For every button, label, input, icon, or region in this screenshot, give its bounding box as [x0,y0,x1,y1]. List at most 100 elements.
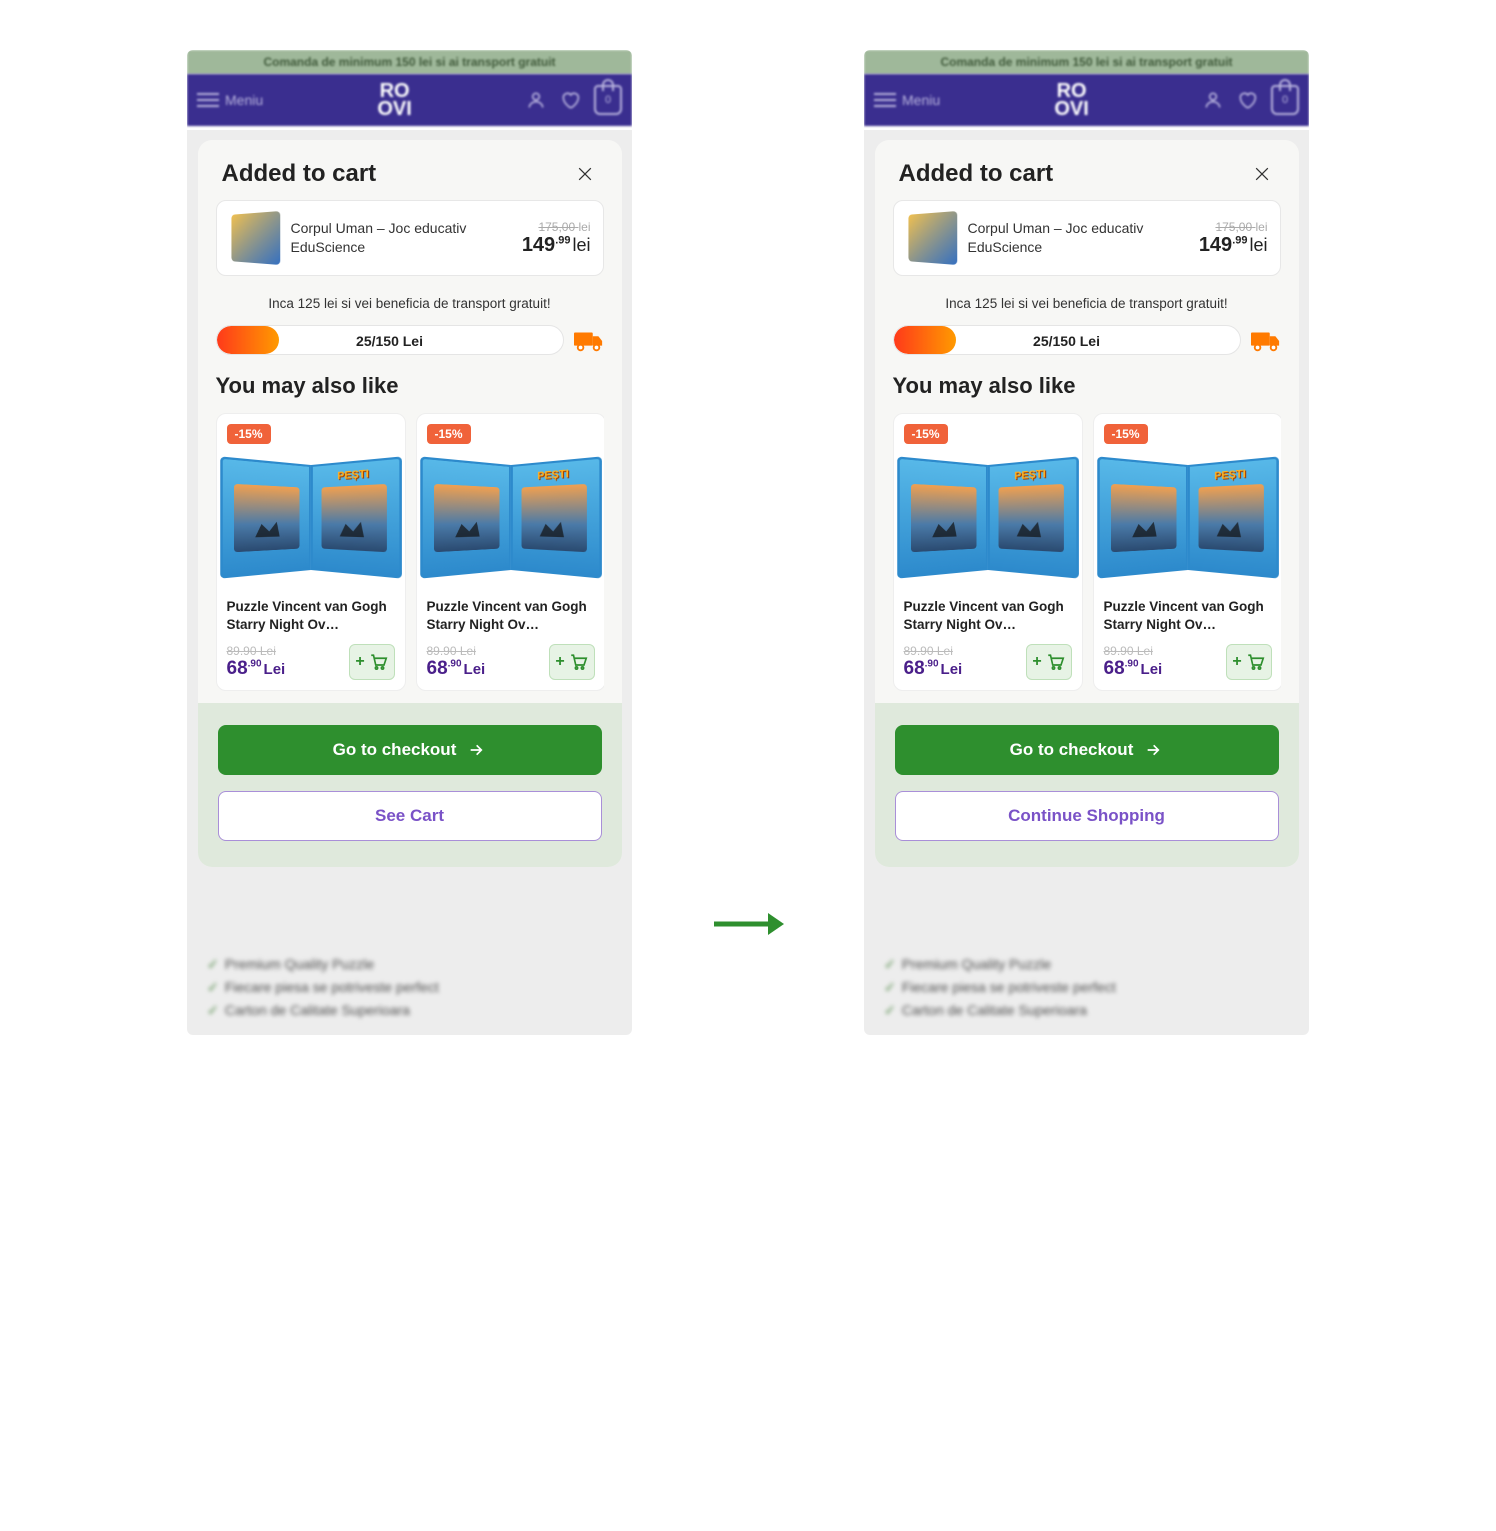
modal-actions: Go to checkout Continue Shopping [875,703,1299,867]
yml-card[interactable]: -15% PEȘTI Puzzle Vincent van Gogh Starr… [416,413,604,691]
see-cart-button[interactable]: See Cart [218,791,602,841]
user-icon[interactable] [526,90,546,110]
yml-old-price: 89.90 Lei [904,644,963,658]
yml-card[interactable]: -15% PEȘTI Puzzle Vincent van Gogh Starr… [893,413,1083,691]
yml-image: PEȘTI [227,452,395,582]
discount-badge: -15% [1104,424,1148,444]
progress-label: 25/150 Lei [894,326,1240,355]
plus-icon: + [555,653,564,671]
cart-icon [568,653,588,671]
added-to-cart-modal: Added to cart Corpul Uman – Joc educativ… [875,140,1299,867]
continue-shopping-button[interactable]: Continue Shopping [895,791,1279,841]
add-to-cart-button[interactable]: + [1226,644,1272,680]
checkout-button[interactable]: Go to checkout [895,725,1279,775]
cart-bag[interactable]: 0 [594,85,622,115]
cart-icon [1245,653,1265,671]
modal-title: Added to cart [222,160,377,188]
yml-product-name: Puzzle Vincent van Gogh Starry Night Ov… [904,598,1072,636]
modal-overlay: Added to cart Corpul Uman – Joc educativ… [187,130,632,1035]
added-to-cart-modal: Added to cart Corpul Uman – Joc educativ… [198,140,622,867]
yml-product-name: Puzzle Vincent van Gogh Starry Night Ov… [1104,598,1272,636]
yml-price: 68.90Lei [427,658,486,680]
logo[interactable]: RO OVI [273,82,516,118]
yml-price: 68.90Lei [227,658,286,680]
discount-badge: -15% [227,424,271,444]
logo[interactable]: RO OVI [950,82,1193,118]
plus-icon: + [355,653,364,671]
hamburger-icon [874,93,896,107]
close-button[interactable] [572,161,598,187]
shipping-progress: 25/150 Lei [216,325,564,355]
progress-label: 25/150 Lei [217,326,563,355]
yml-carousel[interactable]: -15% PEȘTI Puzzle Vincent van Gogh Starr… [893,413,1281,691]
you-may-also-like: You may also like -15% PEȘTI Puzzle Vinc… [875,367,1299,703]
yml-old-price: 89.90 Lei [227,644,286,658]
yml-card[interactable]: -15% PEȘTI Puzzle Vincent van Gogh Starr… [1093,413,1281,691]
add-to-cart-button[interactable]: + [349,644,395,680]
yml-image: PEȘTI [904,452,1072,582]
transition-arrow [712,910,784,938]
free-shipping-block: Inca 125 lei si vei beneficia de transpo… [198,276,622,367]
truck-icon [574,328,604,352]
modal-actions: Go to checkout See Cart [198,703,622,867]
yml-price: 68.90Lei [904,658,963,680]
yml-image: PEȘTI [1104,452,1272,582]
cart-icon [1045,653,1065,671]
plus-icon: + [1032,653,1041,671]
yml-title: You may also like [216,373,604,399]
plus-icon: + [1232,653,1241,671]
promo-bar: Comanda de minimum 150 lei si ai transpo… [187,50,632,74]
add-to-cart-button[interactable]: + [549,644,595,680]
you-may-also-like: You may also like -15% PEȘTI Puzzle Vinc… [198,367,622,703]
app-header: Meniu RO OVI 0 [864,74,1309,126]
added-product-card: Corpul Uman – Joc educativ EduScience 17… [893,200,1281,276]
cart-bag[interactable]: 0 [1271,85,1299,115]
menu-button[interactable]: Meniu [197,92,263,108]
yml-old-price: 89.90 Lei [427,644,486,658]
free-shipping-block: Inca 125 lei si vei beneficia de transpo… [875,276,1299,367]
product-name: Corpul Uman – Joc educativ EduScience [291,219,510,257]
arrow-right-icon [1143,742,1163,758]
yml-carousel[interactable]: -15% PEȘTI Puzzle Vincent van Gogh Starr… [216,413,604,691]
shipping-text: Inca 125 lei si vei beneficia de transpo… [893,296,1281,311]
yml-price: 68.90Lei [1104,658,1163,680]
shipping-text: Inca 125 lei si vei beneficia de transpo… [216,296,604,311]
close-icon [1252,164,1272,184]
shipping-progress: 25/150 Lei [893,325,1241,355]
heart-icon[interactable] [560,90,580,110]
arrow-right-icon [712,910,784,938]
cart-icon [368,653,388,671]
hamburger-icon [197,93,219,107]
yml-card[interactable]: -15% PEȘTI Puzzle Vincent van Gogh Starr… [216,413,406,691]
yml-old-price: 89.90 Lei [1104,644,1163,658]
modal-title: Added to cart [899,160,1054,188]
heart-icon[interactable] [1237,90,1257,110]
add-to-cart-button[interactable]: + [1026,644,1072,680]
screenshot-before: Comanda de minimum 150 lei si ai transpo… [187,50,632,1035]
added-product-card: Corpul Uman – Joc educativ EduScience 17… [216,200,604,276]
close-icon [575,164,595,184]
menu-button[interactable]: Meniu [874,92,940,108]
app-header: Meniu RO OVI 0 [187,74,632,126]
yml-product-name: Puzzle Vincent van Gogh Starry Night Ov… [427,598,595,636]
checkout-button[interactable]: Go to checkout [218,725,602,775]
product-image [908,211,957,265]
product-price: 175,00 lei 149.99lei [1199,220,1268,257]
product-price: 175,00 lei 149.99lei [522,220,591,257]
close-button[interactable] [1249,161,1275,187]
screenshot-after: Comanda de minimum 150 lei si ai transpo… [864,50,1309,1035]
yml-product-name: Puzzle Vincent van Gogh Starry Night Ov… [227,598,395,636]
discount-badge: -15% [904,424,948,444]
modal-overlay: Added to cart Corpul Uman – Joc educativ… [864,130,1309,1035]
user-icon[interactable] [1203,90,1223,110]
yml-image: PEȘTI [427,452,595,582]
arrow-right-icon [466,742,486,758]
menu-label: Meniu [225,92,263,108]
discount-badge: -15% [427,424,471,444]
promo-bar: Comanda de minimum 150 lei si ai transpo… [864,50,1309,74]
product-image [231,211,280,265]
menu-label: Meniu [902,92,940,108]
truck-icon [1251,328,1281,352]
product-name: Corpul Uman – Joc educativ EduScience [968,219,1187,257]
yml-title: You may also like [893,373,1281,399]
